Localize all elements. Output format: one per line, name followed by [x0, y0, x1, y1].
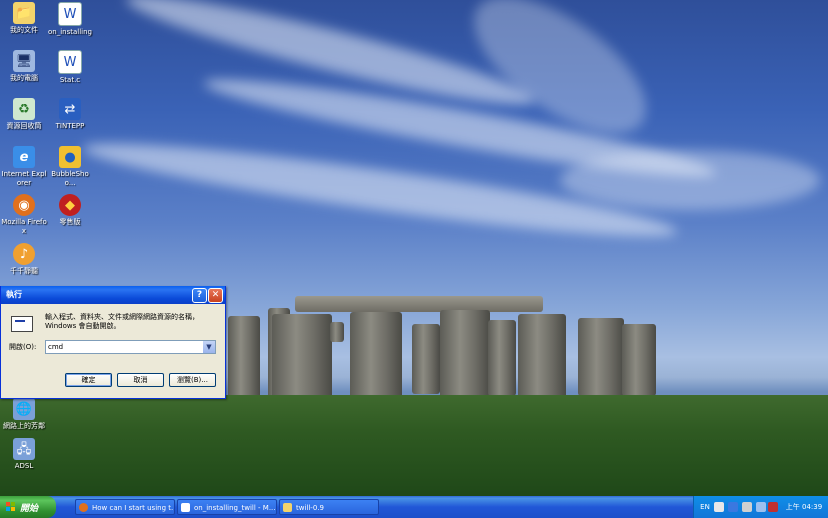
- open-combobox[interactable]: ▼: [45, 340, 216, 354]
- ok-button[interactable]: 確定: [65, 373, 112, 387]
- language-indicator[interactable]: EN: [698, 501, 712, 513]
- desktop-icon-label: 我的文件: [10, 26, 38, 34]
- desktop-icon-network-places[interactable]: 🌐 網路上的芳鄰: [0, 398, 48, 431]
- start-label: 開始: [20, 503, 39, 514]
- network-icon[interactable]: [756, 502, 766, 512]
- clock[interactable]: 上午 04:39: [782, 501, 826, 513]
- windows-logo-icon: [6, 502, 16, 512]
- volume-icon[interactable]: [742, 502, 752, 512]
- desktop-icon-my-documents[interactable]: 📁 我的文件: [0, 2, 48, 35]
- browse-button[interactable]: 瀏覽(B)...: [169, 373, 216, 387]
- desktop-icon-label: Stat.c: [59, 76, 81, 84]
- help-icon[interactable]: [728, 502, 738, 512]
- task-label: How can I start using t...: [92, 504, 175, 512]
- desktop-icon-label: 資源回收筒: [6, 122, 42, 130]
- desktop-icon-my-computer[interactable]: 🖥 我的電腦: [0, 50, 48, 83]
- security-icon[interactable]: [768, 502, 778, 512]
- close-button[interactable]: ✕: [208, 288, 223, 303]
- game-icon: ●: [59, 146, 81, 168]
- firefox-icon: [79, 503, 88, 512]
- desktop-icon-on-installing[interactable]: W on_installing: [46, 2, 94, 37]
- desktop-icon-recycle-bin[interactable]: ♻ 資源回收筒: [0, 98, 48, 131]
- desktop[interactable]: 📁 我的文件 W on_installing 🖥 我的電腦 W Stat.c ♻…: [0, 0, 828, 496]
- task-label: twill-0.9: [296, 504, 324, 512]
- chevron-down-icon[interactable]: ▼: [203, 341, 215, 353]
- desktop-icon-bubbleshooter[interactable]: ● BubbleShoo...: [46, 146, 94, 188]
- recycle-bin-icon: ♻: [13, 98, 35, 120]
- task-label: on_installing_twill - M...: [194, 504, 276, 512]
- desktop-icon-label: Mozilla Firefox: [1, 218, 47, 235]
- desktop-icon-label: BubbleShoo...: [51, 170, 89, 187]
- run-icon: [11, 316, 33, 332]
- desktop-icon-mozilla-firefox[interactable]: ◉ Mozilla Firefox: [0, 194, 48, 236]
- help-button[interactable]: ?: [192, 288, 207, 303]
- word-document-icon: W: [58, 2, 82, 26]
- network-program-icon: ⇄: [59, 98, 81, 120]
- desktop-icon-label: 零售版: [59, 218, 81, 226]
- word-document-icon: W: [58, 50, 82, 74]
- desktop-icon-label: 網路上的芳鄰: [3, 422, 45, 430]
- network-places-icon: 🌐: [13, 398, 35, 420]
- taskbar-button-firefox[interactable]: How can I start using t...: [75, 499, 175, 515]
- folder-icon: 📁: [13, 2, 35, 24]
- desktop-icon-tintepp[interactable]: ⇄ TINTEPP: [46, 98, 94, 131]
- word-document-icon: [181, 503, 190, 512]
- firefox-icon: ◉: [13, 194, 35, 216]
- dialog-description: 輸入程式、資料夾、文件或網際網路資源的名稱，Windows 會自動開啟。: [45, 313, 199, 330]
- desktop-icon-retail[interactable]: ◆ 零售版: [46, 194, 94, 227]
- desktop-icon-stat-c[interactable]: W Stat.c: [46, 50, 94, 85]
- dialog-title: 執行: [6, 290, 22, 299]
- desktop-icon-label: on_installing: [48, 28, 92, 36]
- computer-icon: 🖥: [13, 50, 35, 72]
- internet-explorer-icon: e: [13, 146, 35, 168]
- desktop-icon-internet-explorer[interactable]: e Internet Explorer: [0, 146, 48, 188]
- desktop-icon-adsl[interactable]: 🖧 ADSL: [0, 438, 48, 471]
- open-input[interactable]: [48, 341, 198, 353]
- desktop-icon-label: TINTEPP: [55, 122, 85, 130]
- taskbar[interactable]: 開始 How can I start using t... on_install…: [0, 496, 828, 518]
- desktop-icon-label: ADSL: [14, 462, 34, 470]
- folder-icon: [283, 503, 292, 512]
- game-icon: ◆: [59, 194, 81, 216]
- music-player-icon: ♪: [13, 243, 35, 265]
- open-label: 開啟(O):: [9, 343, 37, 351]
- desktop-icon-ttplayer[interactable]: ♪ 千千靜聽: [0, 243, 48, 276]
- desktop-icon-label: 千千靜聽: [10, 267, 38, 275]
- grass-field: [0, 395, 828, 496]
- network-connection-icon: 🖧: [13, 438, 35, 460]
- cloud: [560, 150, 820, 210]
- dialog-titlebar[interactable]: 執行 ? ✕: [1, 286, 225, 304]
- keyboard-icon[interactable]: [714, 502, 724, 512]
- desktop-icon-label: 我的電腦: [10, 74, 38, 82]
- start-button[interactable]: 開始: [0, 496, 56, 518]
- cancel-button[interactable]: 取消: [117, 373, 164, 387]
- run-dialog[interactable]: 執行 ? ✕ 輸入程式、資料夾、文件或網際網路資源的名稱，Windows 會自動…: [0, 286, 226, 399]
- system-tray[interactable]: EN 上午 04:39: [693, 496, 828, 518]
- desktop-icon-label: Internet Explorer: [1, 170, 47, 187]
- taskbar-button-word[interactable]: on_installing_twill - M...: [177, 499, 277, 515]
- taskbar-button-folder[interactable]: twill-0.9: [279, 499, 379, 515]
